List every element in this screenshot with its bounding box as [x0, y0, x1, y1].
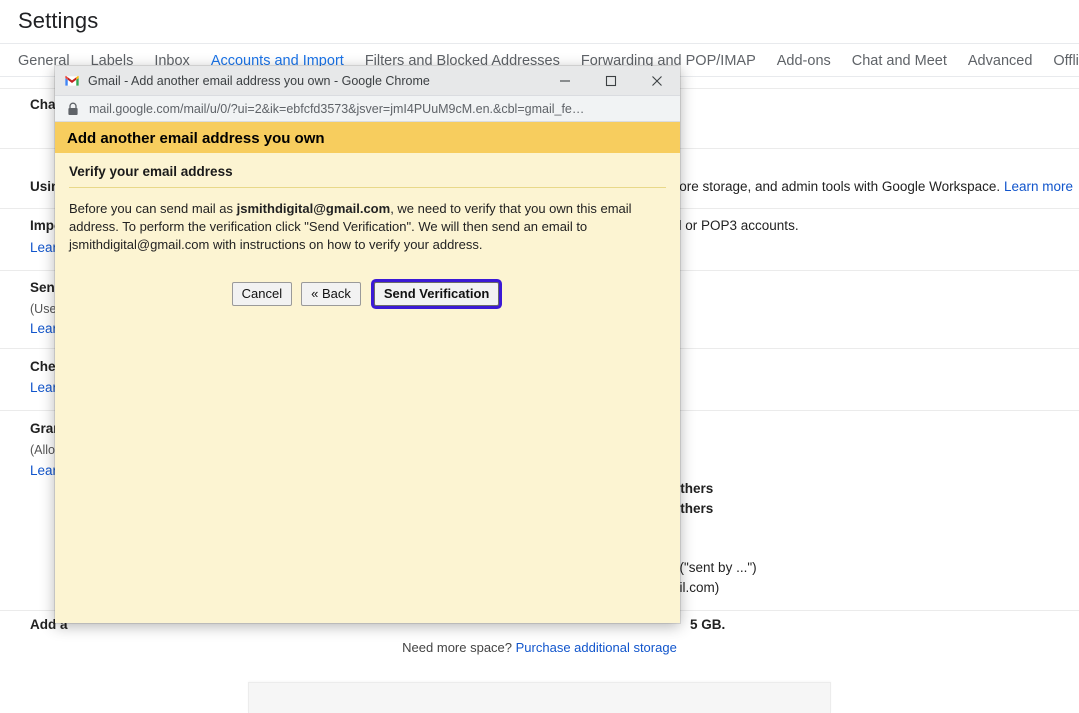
- maximize-icon[interactable]: [588, 66, 634, 95]
- lock-icon: [67, 102, 79, 116]
- tab-add-ons[interactable]: Add-ons: [777, 53, 831, 69]
- cancel-button[interactable]: Cancel: [232, 282, 292, 306]
- close-icon[interactable]: [634, 66, 680, 95]
- dialog-header: Add another email address you own: [55, 122, 680, 154]
- back-button[interactable]: « Back: [301, 282, 361, 306]
- tab-chat-and-meet[interactable]: Chat and Meet: [852, 53, 947, 69]
- tab-offline[interactable]: Offline: [1053, 53, 1079, 69]
- gmail-favicon-icon: [64, 73, 80, 89]
- dialog-body: Verify your email address Before you can…: [55, 153, 680, 623]
- minimize-icon[interactable]: [542, 66, 588, 95]
- purchase-additional-storage-link[interactable]: Purchase additional storage: [516, 640, 677, 655]
- tab-advanced[interactable]: Advanced: [968, 53, 1033, 69]
- storage-sub-prefix: Need more space?: [402, 640, 512, 655]
- chrome-popup-window: Gmail - Add another email address you ow…: [55, 66, 680, 623]
- grant-access-tail-sent-by: t ("sent by ..."): [672, 560, 757, 575]
- paragraph-part-before: Before you can send mail as: [69, 201, 237, 216]
- chrome-url-bar[interactable]: mail.google.com/mail/u/0/?ui=2&ik=ebfcfd…: [55, 96, 680, 122]
- dialog-rule: [69, 187, 666, 188]
- storage-sub-line: Need more space? Purchase additional sto…: [0, 640, 1079, 655]
- footer-panel: [248, 682, 831, 713]
- title-divider: [0, 43, 1079, 44]
- dialog-button-row: Cancel « Back Send Verification: [69, 282, 666, 306]
- row-text-import-mail: ail or POP3 accounts.: [668, 218, 799, 233]
- page-title: Settings: [18, 8, 98, 34]
- gmail-for-work-learn-more-link[interactable]: Learn more: [1004, 179, 1073, 194]
- row-text-gmail-for-work: more storage, and admin tools with Googl…: [668, 179, 1073, 194]
- chrome-url-text: mail.google.com/mail/u/0/?ui=2&ik=ebfcfd…: [89, 102, 584, 116]
- import-mail-tail: ail or POP3 accounts.: [668, 218, 799, 233]
- dialog-subtitle: Verify your email address: [69, 153, 666, 187]
- storage-right-text: 5 GB.: [690, 617, 725, 632]
- chrome-title-bar[interactable]: Gmail - Add another email address you ow…: [55, 66, 680, 96]
- send-verification-button[interactable]: Send Verification: [374, 282, 499, 306]
- dialog-paragraph: Before you can send mail as jsmithdigita…: [69, 200, 634, 254]
- chrome-window-title: Gmail - Add another email address you ow…: [88, 74, 542, 88]
- dialog-header-title: Add another email address you own: [67, 130, 325, 147]
- email-address-bold: jsmithdigital@gmail.com: [237, 201, 391, 216]
- gmail-for-work-tail: more storage, and admin tools with Googl…: [668, 179, 1000, 194]
